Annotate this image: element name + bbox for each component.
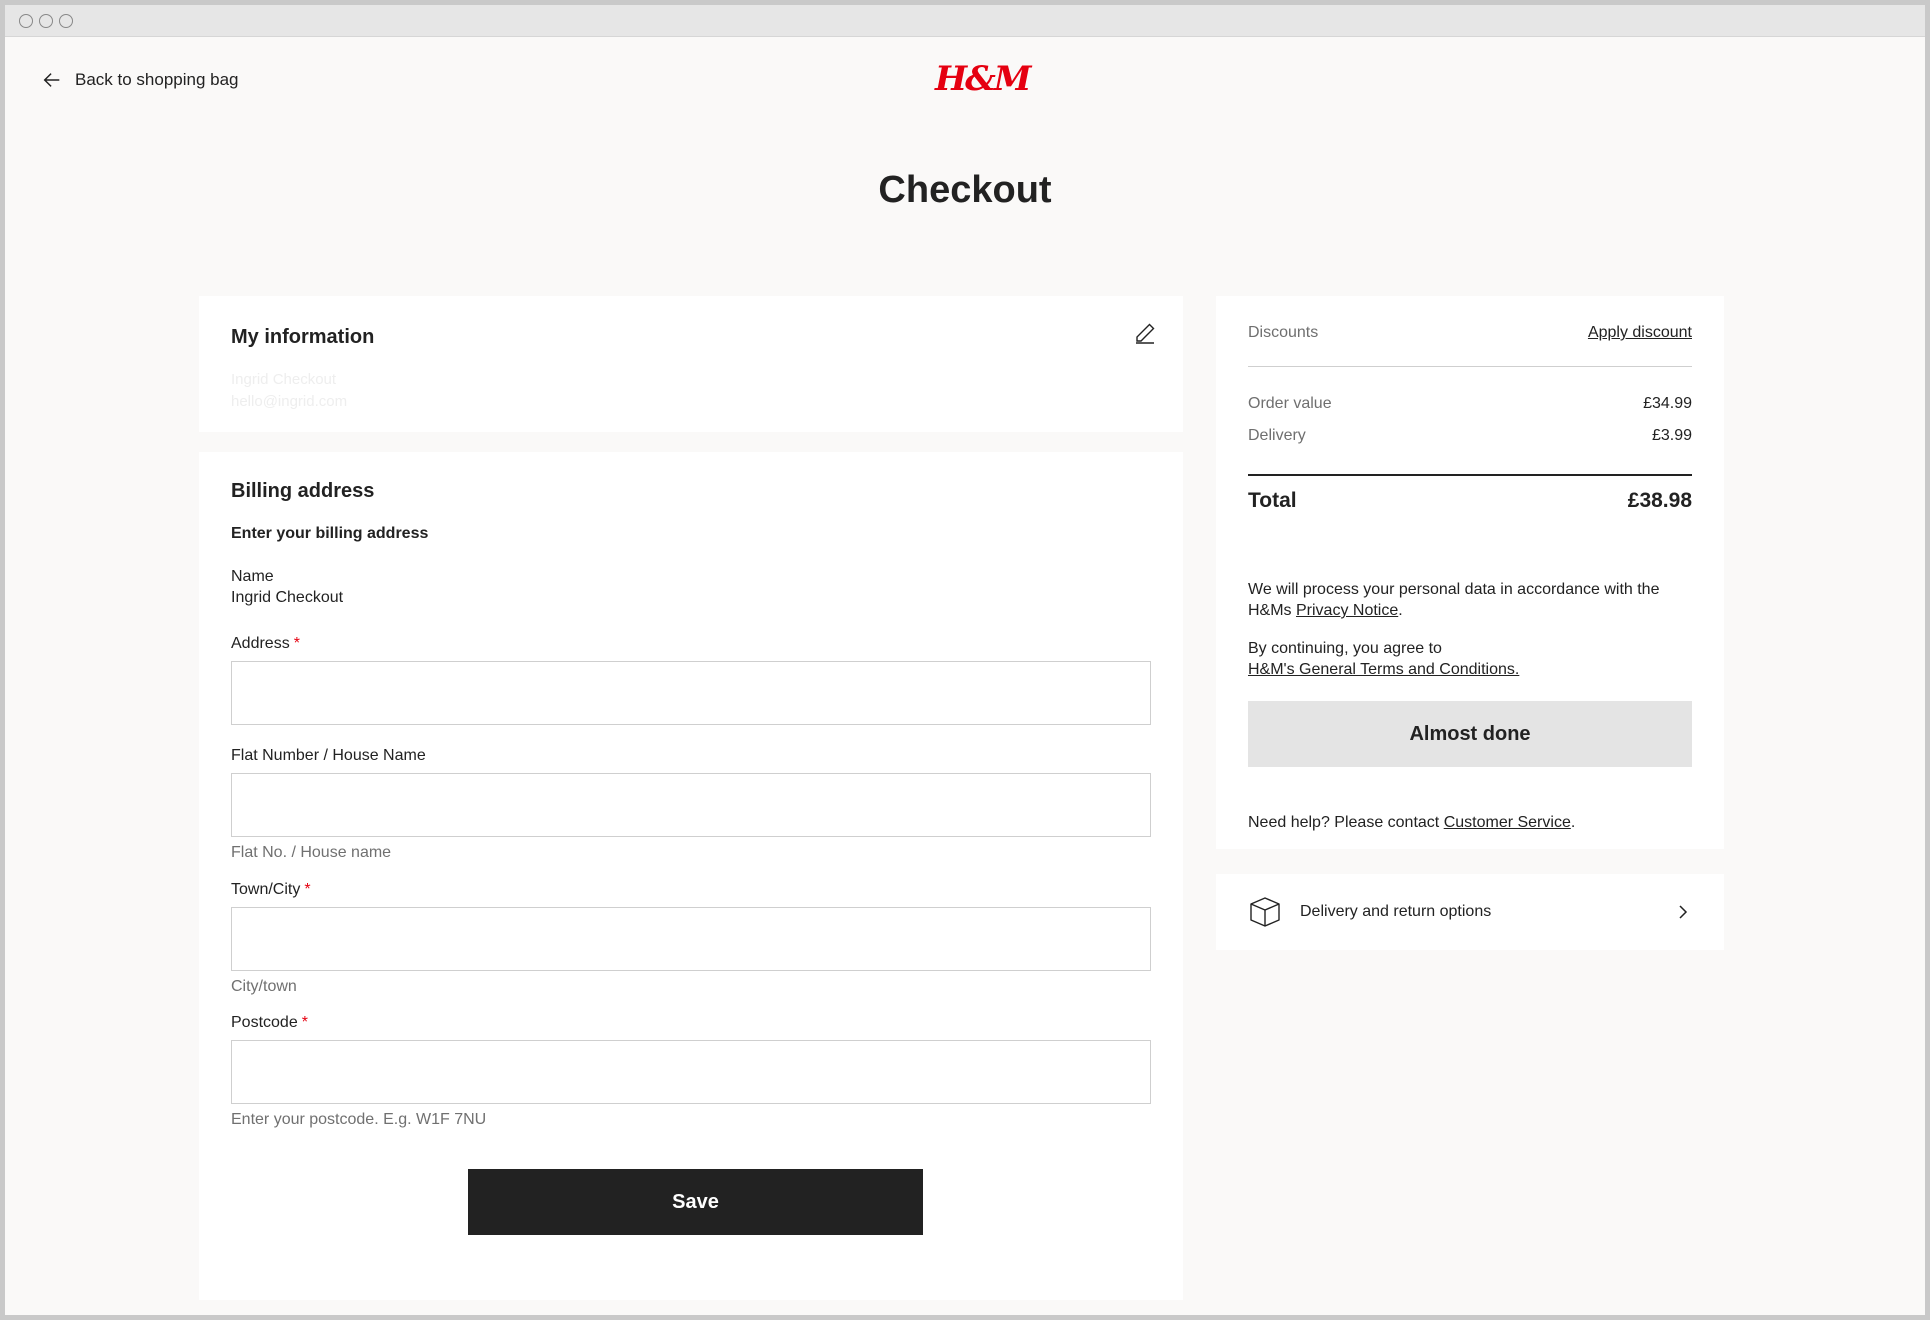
flat-number-label: Flat Number / House Name [231, 747, 426, 765]
info-name: Ingrid Checkout [231, 371, 336, 388]
window-maximize-dot[interactable] [59, 14, 73, 28]
arrow-left-icon [41, 69, 63, 91]
town-city-label: Town/City* [231, 881, 311, 899]
flat-number-hint: Flat No. / House name [231, 844, 391, 862]
billing-address-card: Billing address Enter your billing addre… [199, 452, 1183, 1300]
order-value-amount: £34.99 [1643, 395, 1692, 413]
order-summary-card: Discounts Apply discount Order value £34… [1216, 296, 1724, 849]
almost-done-button[interactable]: Almost done [1248, 701, 1692, 767]
order-value-row: Order value £34.99 [1248, 395, 1692, 413]
terms-text: By continuing, you agree to [1248, 638, 1692, 659]
package-box-icon [1248, 895, 1282, 929]
terms-link[interactable]: H&M's General Terms and Conditions. [1248, 659, 1692, 680]
apply-discount-link[interactable]: Apply discount [1588, 324, 1692, 342]
town-city-label-text: Town/City [231, 881, 300, 898]
town-city-input[interactable] [231, 907, 1151, 971]
terms-text-block: By continuing, you agree to H&M's Genera… [1248, 638, 1692, 680]
customer-service-link[interactable]: Customer Service [1444, 814, 1571, 831]
total-amount: £38.98 [1628, 489, 1692, 513]
billing-subtitle: Enter your billing address [231, 525, 428, 543]
privacy-notice-text: We will process your personal data in ac… [1248, 579, 1692, 621]
total-label: Total [1248, 489, 1297, 513]
delivery-amount: £3.99 [1652, 427, 1692, 445]
address-label: Address* [231, 635, 300, 653]
back-to-bag-link[interactable]: Back to shopping bag [41, 69, 239, 91]
delivery-options-row[interactable]: Delivery and return options [1216, 874, 1724, 950]
hm-logo[interactable]: H&M [935, 59, 995, 99]
back-link-label: Back to shopping bag [75, 70, 239, 90]
pencil-edit-icon[interactable] [1133, 321, 1157, 345]
town-city-hint: City/town [231, 978, 297, 996]
total-row: Total £38.98 [1248, 489, 1692, 513]
window-close-dot[interactable] [19, 14, 33, 28]
delivery-options-card: Delivery and return options [1216, 874, 1724, 950]
total-divider [1248, 474, 1692, 476]
window-titlebar [5, 5, 1925, 37]
flat-number-input[interactable] [231, 773, 1151, 837]
discounts-row: Discounts Apply discount [1248, 324, 1692, 342]
delivery-row: Delivery £3.99 [1248, 427, 1692, 445]
info-email: hello@ingrid.com [231, 393, 347, 410]
address-input[interactable] [231, 661, 1151, 725]
required-marker: * [304, 881, 310, 898]
window-minimize-dot[interactable] [39, 14, 53, 28]
privacy-suffix: . [1398, 602, 1402, 619]
postcode-label: Postcode* [231, 1014, 308, 1032]
address-label-text: Address [231, 635, 290, 652]
help-text-block: Need help? Please contact Customer Servi… [1248, 812, 1692, 833]
delivery-label: Delivery [1248, 427, 1306, 445]
postcode-hint: Enter your postcode. E.g. W1F 7NU [231, 1111, 486, 1129]
help-text: Need help? Please contact [1248, 814, 1444, 831]
postcode-label-text: Postcode [231, 1014, 298, 1031]
my-information-title: My information [231, 326, 374, 349]
my-information-card: My information Ingrid Checkout hello@ing… [199, 296, 1183, 432]
name-label: Name [231, 568, 274, 586]
page-title: Checkout [5, 169, 1925, 212]
help-suffix: . [1571, 814, 1575, 831]
save-button[interactable]: Save [468, 1169, 923, 1235]
postcode-input[interactable] [231, 1040, 1151, 1104]
divider [1248, 366, 1692, 367]
name-value: Ingrid Checkout [231, 589, 343, 607]
delivery-options-label: Delivery and return options [1300, 903, 1674, 921]
order-value-label: Order value [1248, 395, 1332, 413]
chevron-right-icon [1674, 903, 1692, 921]
discounts-label: Discounts [1248, 324, 1318, 342]
privacy-notice-link[interactable]: Privacy Notice [1296, 602, 1398, 619]
required-marker: * [302, 1014, 308, 1031]
required-marker: * [294, 635, 300, 652]
billing-title: Billing address [231, 480, 374, 503]
browser-window: Back to shopping bag H&M Checkout My inf… [5, 5, 1925, 1315]
